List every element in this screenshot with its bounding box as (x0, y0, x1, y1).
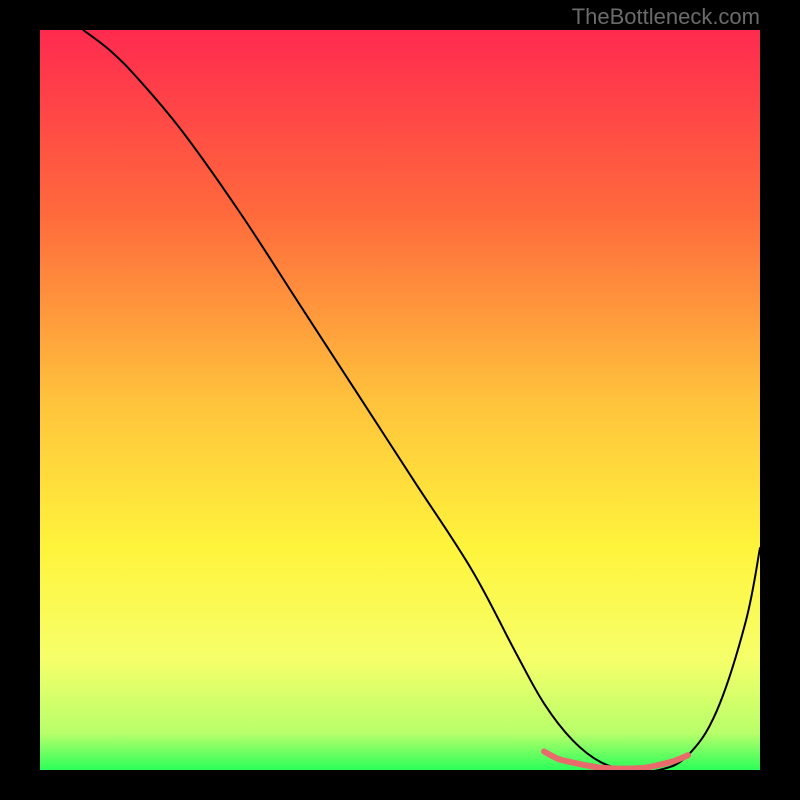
chart-background (40, 30, 760, 770)
chart-plot-area (40, 30, 760, 770)
chart-svg (40, 30, 760, 770)
watermark: TheBottleneck.com (572, 4, 760, 30)
